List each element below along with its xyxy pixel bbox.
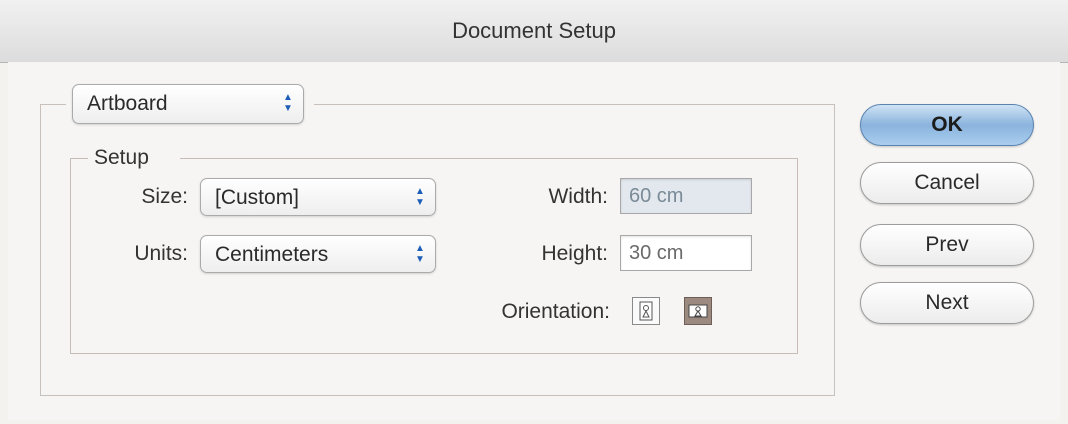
ok-button[interactable]: OK <box>860 104 1034 146</box>
next-button[interactable]: Next <box>860 282 1034 324</box>
width-field[interactable]: 60 cm <box>620 178 752 214</box>
panel-select[interactable]: Artboard ▲ ▼ <box>72 84 304 124</box>
prev-button[interactable]: Prev <box>860 224 1034 266</box>
title-bar: Document Setup <box>0 0 1068 63</box>
cancel-button[interactable]: Cancel <box>860 162 1034 204</box>
units-label: Units: <box>134 242 188 265</box>
landscape-icon <box>688 304 708 318</box>
units-select[interactable]: Centimeters ▲ ▼ <box>200 235 436 273</box>
popup-arrows-icon: ▲ ▼ <box>415 243 425 265</box>
units-select-value: Centimeters <box>215 243 329 266</box>
portrait-orientation-button[interactable] <box>632 297 660 325</box>
height-field[interactable]: 30 cm <box>620 235 752 271</box>
size-select-value: [Custom] <box>215 186 300 209</box>
portrait-icon <box>639 301 653 321</box>
size-select[interactable]: [Custom] ▲ ▼ <box>200 178 436 216</box>
popup-arrows-icon: ▲ ▼ <box>283 92 293 114</box>
height-label: Height: <box>541 242 608 265</box>
orientation-label: Orientation: <box>501 300 610 323</box>
landscape-orientation-button[interactable] <box>684 297 712 325</box>
dialog-title: Document Setup <box>452 18 616 43</box>
setup-legend: Setup <box>94 146 149 169</box>
width-label: Width: <box>548 185 608 208</box>
panel-select-value: Artboard <box>87 92 168 115</box>
size-label: Size: <box>141 185 188 208</box>
popup-arrows-icon: ▲ ▼ <box>415 186 425 208</box>
